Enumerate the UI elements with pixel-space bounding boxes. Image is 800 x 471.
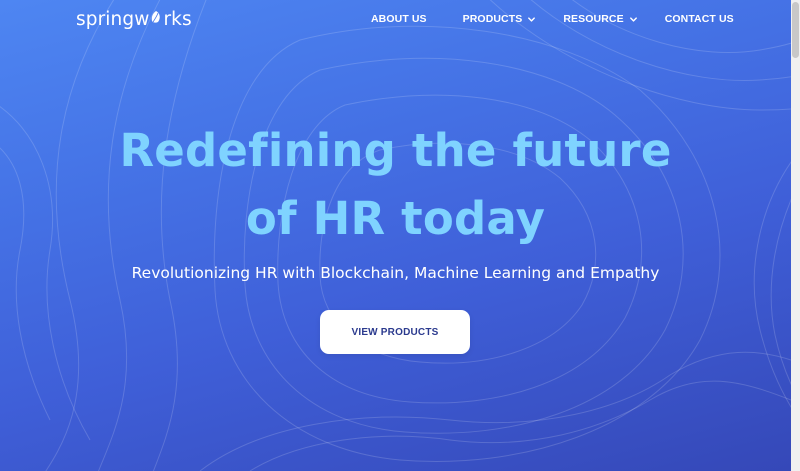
nav-resource-label: RESOURCE [563, 13, 624, 25]
page: springw rks ABOUT US PRODUCTS RESOURCE CO… [0, 0, 800, 471]
nav-resource[interactable]: RESOURCE [563, 12, 637, 26]
hero-headline-line-1: Redefining the future [119, 124, 672, 177]
hero-headline-line-2: of HR today [245, 192, 546, 245]
hero-section: springw rks ABOUT US PRODUCTS RESOURCE CO… [0, 0, 791, 471]
logo-text-start: springw [76, 8, 150, 30]
nav-contact-us[interactable]: CONTACT US [665, 12, 734, 26]
springworks-logo[interactable]: springw rks [76, 5, 192, 33]
scrollbar-thumb[interactable] [792, 2, 799, 58]
nav-products-label: PRODUCTS [462, 13, 523, 25]
chevron-down-icon [528, 16, 536, 22]
nav-about-us[interactable]: ABOUT US [371, 12, 427, 26]
view-products-button[interactable]: VIEW PRODUCTS [320, 310, 470, 354]
leaf-icon [152, 11, 161, 23]
nav-products[interactable]: PRODUCTS [463, 12, 537, 26]
nav-about-us-label: ABOUT US [371, 13, 427, 25]
logo-text-end: rks [163, 8, 192, 30]
chevron-down-icon [629, 16, 637, 22]
hero-subtitle: Revolutionizing HR with Blockchain, Mach… [131, 264, 660, 282]
main-nav: ABOUT US PRODUCTS RESOURCE CONTACT US [371, 12, 734, 26]
view-products-button-label: VIEW PRODUCTS [351, 326, 439, 338]
scrollbar[interactable] [791, 0, 800, 471]
nav-contact-us-label: CONTACT US [664, 13, 734, 25]
